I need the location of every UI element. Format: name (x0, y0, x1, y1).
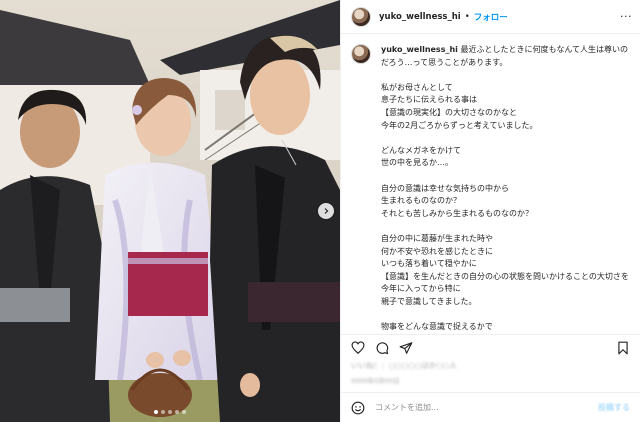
carousel-dot (182, 410, 186, 414)
likes-count[interactable]: いいね！：○○○○○ほか○○人 (351, 360, 630, 371)
smiley-icon[interactable] (351, 401, 365, 415)
chevron-right-icon (324, 208, 329, 214)
separator-dot: • (464, 11, 470, 22)
heart-icon[interactable] (351, 340, 365, 355)
action-bar (341, 334, 640, 356)
carousel-dot (161, 410, 165, 414)
carousel-dot (154, 410, 158, 414)
photo-illustration (0, 0, 340, 422)
post-date[interactable]: 0000年0月00日 (351, 375, 630, 385)
more-options-icon[interactable]: ··· (620, 11, 632, 22)
carousel-next-button[interactable] (318, 203, 334, 219)
caption-text: yuko_wellness_hi 最近ふとしたときに何度もなんて人生は尊いのだろ… (381, 44, 630, 330)
carousel-dot (175, 410, 179, 414)
bookmark-icon[interactable] (616, 341, 630, 355)
post-photo[interactable] (0, 0, 340, 422)
post-meta: いいね！：○○○○○ほか○○人 0000年0月00日 (351, 360, 630, 385)
caption-avatar[interactable] (351, 44, 371, 64)
caption-username[interactable]: yuko_wellness_hi (381, 45, 458, 54)
paper-plane-icon[interactable] (399, 341, 413, 355)
username-link[interactable]: yuko_wellness_hi (379, 12, 461, 22)
post-comment-button[interactable]: 投稿する (598, 402, 630, 413)
caption-body: 最近ふとしたときに何度もなんて人生は尊いのだろう…って思うことがあります。 私が… (381, 45, 629, 330)
carousel-dot (168, 410, 172, 414)
avatar[interactable] (351, 6, 371, 27)
post-header: yuko_wellness_hi • フォロー ··· (341, 0, 640, 34)
follow-button[interactable]: フォロー (474, 11, 508, 23)
caption-area: yuko_wellness_hi 最近ふとしたときに何度もなんて人生は尊いのだろ… (341, 34, 640, 330)
carousel-indicator (0, 410, 340, 414)
post-side-panel: yuko_wellness_hi • フォロー ··· yuko_wellnes… (340, 0, 640, 422)
comment-bubble-icon[interactable] (375, 341, 389, 355)
comment-bar: 投稿する (341, 392, 640, 422)
comment-input[interactable] (375, 403, 598, 412)
